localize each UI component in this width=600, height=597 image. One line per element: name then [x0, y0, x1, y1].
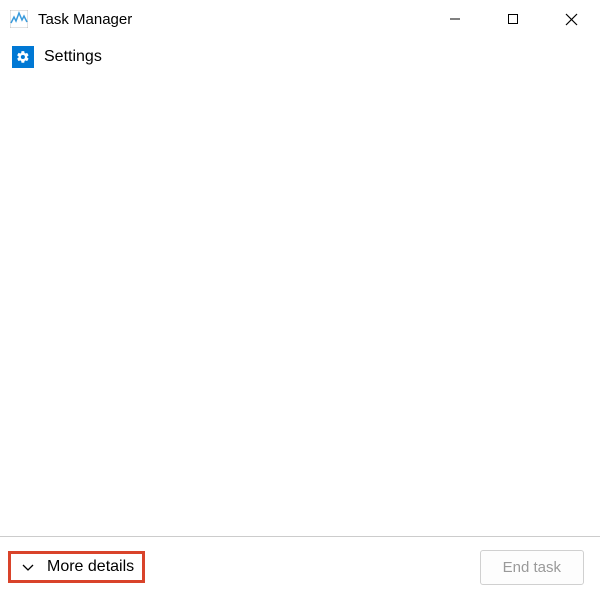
footer: More details End task	[0, 537, 600, 597]
task-manager-icon	[10, 10, 28, 28]
process-name: Settings	[44, 48, 102, 66]
process-list: Settings	[0, 38, 600, 76]
window-title: Task Manager	[38, 11, 426, 28]
close-button[interactable]	[542, 0, 600, 38]
chevron-down-icon	[19, 558, 37, 576]
end-task-button[interactable]: End task	[480, 550, 584, 585]
process-row[interactable]: Settings	[8, 42, 592, 72]
settings-gear-icon	[12, 46, 34, 68]
titlebar: Task Manager	[0, 0, 600, 38]
more-details-label: More details	[47, 558, 134, 576]
more-details-button[interactable]: More details	[8, 551, 145, 583]
maximize-button[interactable]	[484, 0, 542, 38]
minimize-button[interactable]	[426, 0, 484, 38]
window-controls	[426, 0, 600, 38]
